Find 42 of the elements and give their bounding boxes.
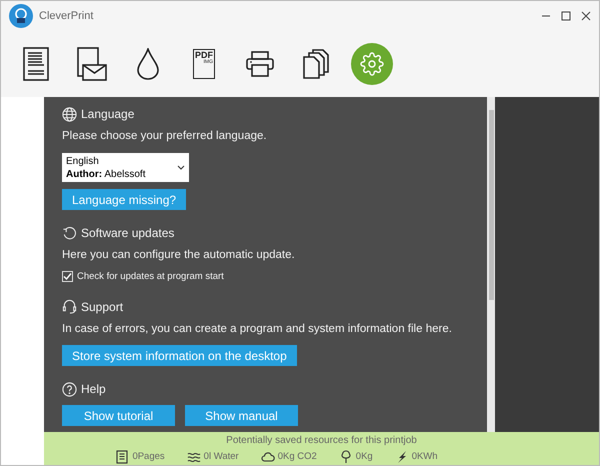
book-icon [115,450,130,464]
section-title: Language [81,106,134,123]
drop-icon [137,48,159,80]
author-name: Abelssoft [104,168,146,180]
headset-icon [62,299,77,314]
section-description: In case of errors, you can create a program and system information file here. [62,322,452,337]
savings-value: 0Pages [132,450,165,464]
window-title: CleverPrint [39,8,94,24]
printer-icon [246,51,274,77]
cloud-icon [260,450,275,464]
section-title: Support [81,298,124,316]
dropdown-value: English [66,154,100,168]
help-icon [62,382,77,396]
close-icon[interactable] [581,11,591,21]
savings-value: 0l Water [204,450,239,464]
action-button[interactable]: Show tutorial [62,405,175,426]
checkbox[interactable] [62,271,73,282]
app-logo-icon [9,4,33,28]
chevron-down-icon [177,164,185,171]
tree-icon [338,450,353,464]
refresh-icon [62,226,77,241]
savings-value: 0Kg [356,450,373,464]
waves-icon [186,450,201,464]
globe-icon [62,106,77,122]
maximize-icon[interactable] [561,11,571,21]
savings-value: 0Kg CO2 [278,450,317,464]
action-button[interactable]: Show manual [185,405,298,426]
section-title: Help [81,381,106,398]
action-button[interactable]: Language missing? [62,189,186,210]
section-title: Software updates [81,225,174,242]
savings-title: Potentially saved resources for this printjob [226,434,417,448]
settings-icon [360,52,384,76]
copies-icon [303,49,329,79]
author-label: Author: [66,168,102,180]
action-button[interactable]: Store system information on the desktop [62,345,297,366]
section-description: Here you can configure the automatic update. [62,248,295,264]
savings-value: 0KWh [412,450,438,464]
document-icon [23,47,49,81]
checkbox-label: Check for updates at program start [77,270,224,284]
language-dropdown[interactable]: English Author: Abelssoft [62,153,189,182]
section-description: Please choose your preferred language. [62,129,267,144]
mail-icon [77,47,107,81]
